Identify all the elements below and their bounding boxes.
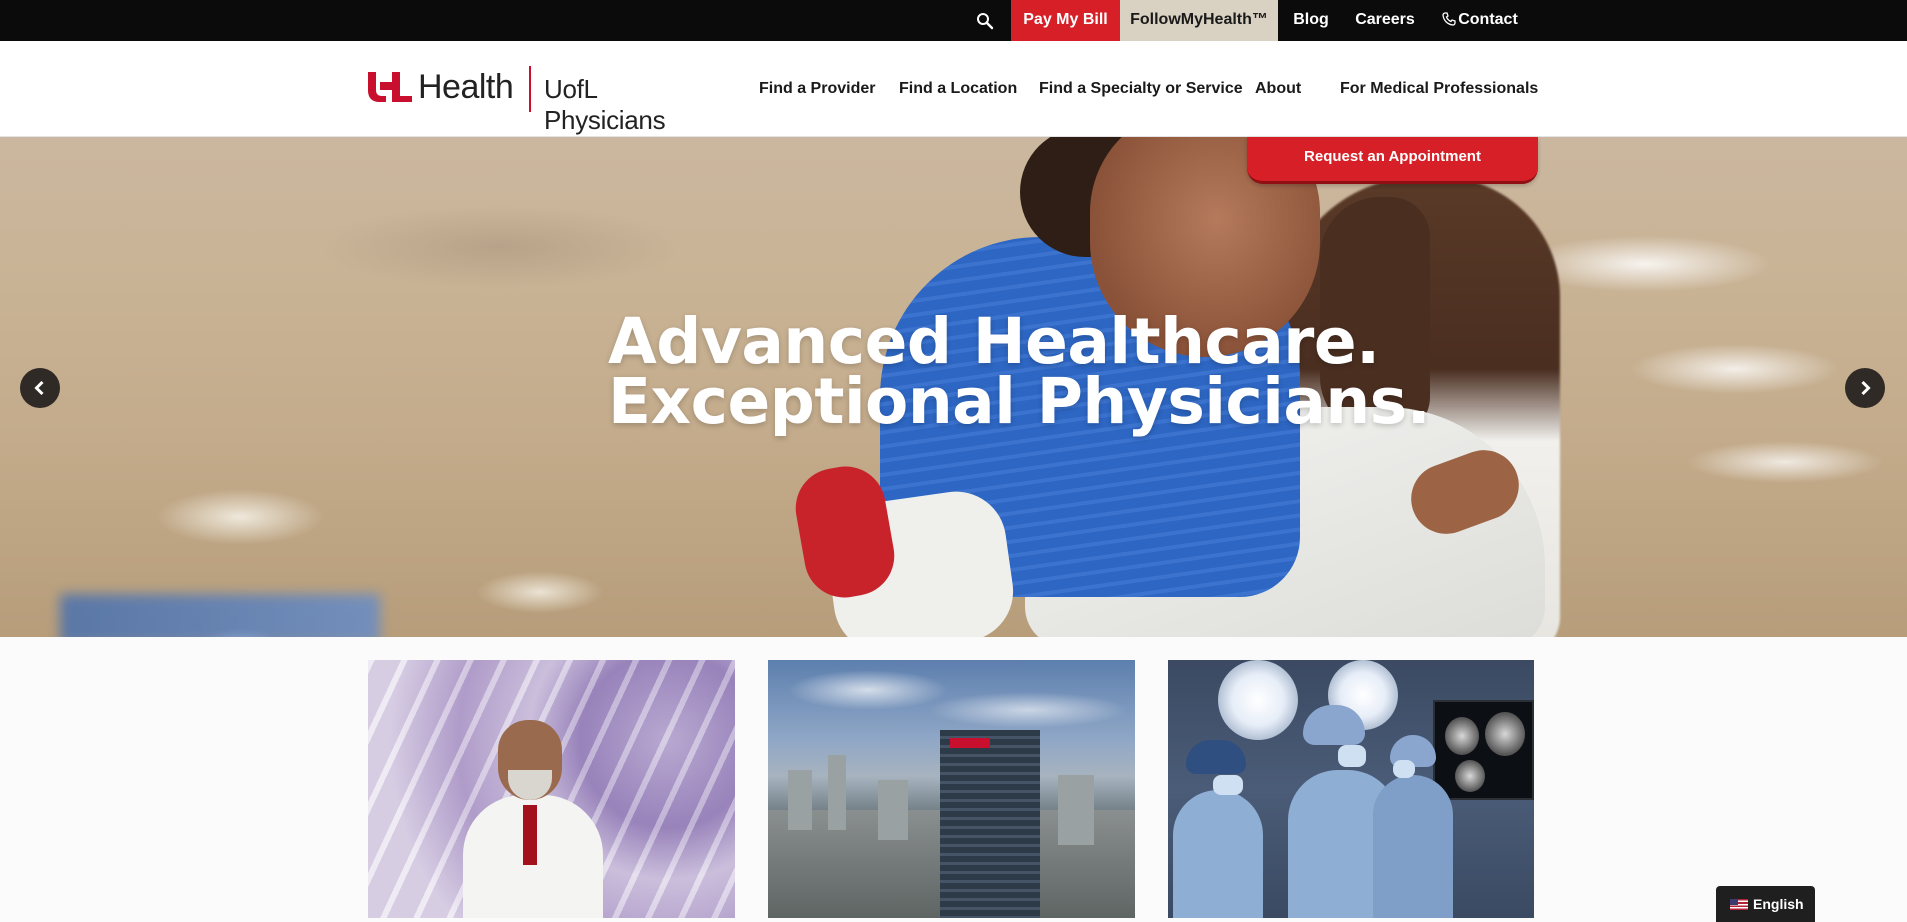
contact-link[interactable]: Contact bbox=[1440, 0, 1520, 41]
card3-mask bbox=[1213, 775, 1243, 795]
carousel-prev-button[interactable] bbox=[20, 368, 60, 408]
hero-headline: Advanced Healthcare. Exceptional Physici… bbox=[608, 305, 1431, 438]
card3-mask bbox=[1393, 760, 1415, 778]
utility-bar: Pay My Bill FollowMyHealth™ Blog Careers… bbox=[0, 0, 1907, 41]
hero-carousel: Advanced Healthcare. Exceptional Physici… bbox=[0, 137, 1907, 637]
us-flag-icon bbox=[1730, 899, 1748, 910]
main-header: Health UofL Physicians Find a Provider F… bbox=[0, 41, 1907, 137]
uofl-health-logo[interactable]: Health UofL Physicians bbox=[366, 66, 706, 135]
chevron-right-icon bbox=[1861, 380, 1871, 396]
card3-gown bbox=[1173, 790, 1263, 918]
nav-find-a-specialty[interactable]: Find a Specialty or Service bbox=[1039, 80, 1243, 104]
pay-my-bill-link[interactable]: Pay My Bill bbox=[1011, 0, 1120, 41]
hero-headline-line1: Advanced Healthcare. bbox=[608, 305, 1380, 378]
card-tower-image[interactable] bbox=[768, 660, 1135, 918]
nav-find-a-location[interactable]: Find a Location bbox=[899, 80, 1017, 104]
careers-link[interactable]: Careers bbox=[1348, 0, 1422, 41]
logo-health-text: Health bbox=[418, 68, 514, 106]
card2-building bbox=[1058, 775, 1094, 845]
nav-for-medical-professionals[interactable]: For Medical Professionals bbox=[1340, 80, 1538, 104]
card2-building bbox=[878, 780, 908, 840]
hero-bg-floor bbox=[60, 594, 380, 637]
contact-label: Contact bbox=[1458, 11, 1518, 28]
card3-monitor bbox=[1433, 700, 1534, 800]
logo-divider bbox=[529, 66, 531, 112]
card-physician-image[interactable] bbox=[368, 660, 735, 918]
nav-find-a-provider[interactable]: Find a Provider bbox=[759, 80, 875, 104]
card3-scan bbox=[1445, 717, 1479, 755]
blog-link[interactable]: Blog bbox=[1278, 0, 1344, 41]
search-icon[interactable] bbox=[974, 10, 996, 32]
card2-building bbox=[788, 770, 812, 830]
card3-scan bbox=[1485, 712, 1525, 756]
card2-building bbox=[828, 755, 846, 830]
ul-logo-mark bbox=[368, 72, 412, 102]
logo-physicians-text: UofL Physicians bbox=[544, 74, 666, 135]
card3-surgical-lamp bbox=[1218, 660, 1298, 740]
card-surgery-image[interactable] bbox=[1168, 660, 1534, 918]
card2-tower-sign bbox=[950, 738, 990, 748]
followmyhealth-link[interactable]: FollowMyHealth™ bbox=[1120, 0, 1278, 41]
card2-tower bbox=[940, 730, 1040, 918]
card1-tie bbox=[523, 805, 537, 865]
request-appointment-button[interactable]: Request an Appointment bbox=[1247, 137, 1538, 184]
card3-gown bbox=[1373, 775, 1453, 918]
nav-about[interactable]: About bbox=[1255, 80, 1301, 104]
hero-headline-line2: Exceptional Physicians. bbox=[608, 365, 1431, 438]
language-selector[interactable]: English bbox=[1716, 886, 1815, 922]
carousel-next-button[interactable] bbox=[1845, 368, 1885, 408]
card3-mask bbox=[1338, 745, 1366, 767]
chevron-left-icon bbox=[34, 380, 44, 396]
phone-icon bbox=[1442, 2, 1456, 26]
card3-cap bbox=[1186, 740, 1246, 774]
language-label: English bbox=[1753, 896, 1804, 912]
card3-scan bbox=[1455, 760, 1485, 792]
